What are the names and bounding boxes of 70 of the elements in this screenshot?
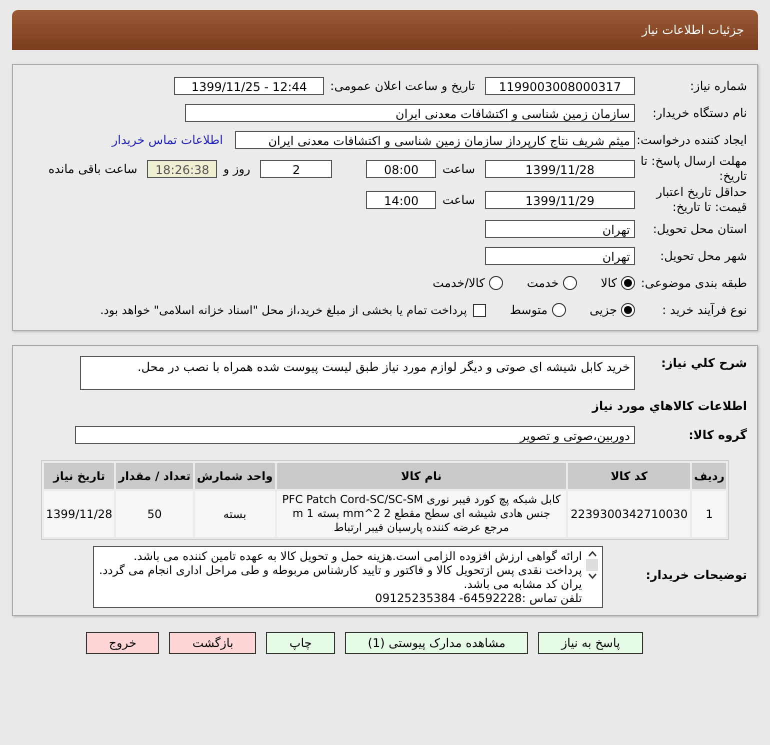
table-cell: 2239300342710030: [568, 491, 690, 537]
field-label: مهلت ارسال پاسخ: تا تاریخ:: [639, 154, 747, 184]
radio-label: متوسط: [510, 303, 548, 317]
column-header: کد کالا: [568, 463, 690, 489]
date-field: 1399/11/29: [485, 191, 635, 209]
time-label: ساعت: [442, 162, 475, 176]
value-field: 1399/11/25 - 12:44: [174, 77, 324, 95]
column-header: تاریخ نیاز: [44, 463, 114, 489]
section-title: اطلاعات کالاهاي مورد نياز: [592, 399, 747, 413]
field-label: گروه کالا:: [688, 428, 747, 442]
field-label: ایجاد کننده درخواست:: [635, 132, 747, 148]
contact-link[interactable]: اطلاعات تماس خریدار: [112, 133, 223, 147]
days-field: 2: [260, 160, 332, 178]
table-cell: 1: [692, 491, 726, 537]
radio-label: خدمت: [526, 276, 559, 290]
radio-button[interactable]: [562, 276, 577, 290]
value-field: سازمان زمین شناسی و اکتشافات معدنی ایران: [185, 104, 635, 122]
column-header: نام کالا: [276, 463, 566, 489]
radio-label: کالا/خدمت: [432, 276, 485, 290]
radio-label: کالا: [600, 276, 617, 290]
radio-button[interactable]: [488, 276, 503, 290]
action-button[interactable]: بازگشت: [169, 632, 256, 654]
value-field: میثم شریف نتاج کارپرداز سازمان زمین شناسی و اکتشافات معدنی ایران: [235, 131, 635, 149]
note-line: پرداخت نقدی پس ازتحویل کالا و فاکتور و تایید کارشناس مربوطه و طی مراحل اداری انجام می گردد.: [99, 563, 582, 577]
value-field: دوربین،صوتی و تصویر: [75, 426, 635, 444]
time-field: 08:00: [366, 160, 436, 178]
radio-label: جزیی: [590, 303, 617, 317]
page-title: جزئیات اطلاعات نیاز: [642, 23, 744, 37]
value-field: تهران: [485, 220, 635, 238]
field-label: استان محل تحویل:: [652, 222, 747, 236]
radio-button[interactable]: [621, 276, 635, 290]
action-button[interactable]: خروج: [86, 632, 160, 654]
time-field: 14:00: [366, 191, 436, 209]
table-cell: 1399/11/28: [44, 491, 114, 537]
value-field: تهران: [485, 247, 635, 265]
days-label: روز و: [223, 162, 250, 176]
field-label: حداقل تاریخ اعتبار قیمت: تا تاریخ:: [654, 185, 747, 215]
remaining-label: ساعت باقی مانده: [48, 162, 138, 176]
field-label: شهر محل تحویل:: [659, 248, 747, 264]
field-label: تاریخ و ساعت اعلان عمومی:: [330, 79, 475, 93]
table-cell: 50: [116, 491, 193, 537]
field-label: نام دستگاه خریدار:: [652, 106, 747, 120]
scroll-up-icon: [588, 551, 596, 557]
field-label: شرح کلي نياز:: [660, 356, 747, 371]
field-label: شماره نیاز:: [689, 78, 747, 94]
action-button[interactable]: پاسخ به نیاز: [538, 632, 643, 654]
field-label: توضیحات خریدار:: [644, 568, 747, 583]
time-label: ساعت: [442, 193, 475, 207]
scrollbar-thumb[interactable]: [586, 559, 598, 571]
checkbox-label: پرداخت تمام یا بخشی از مبلغ خرید،از محل "اسناد خزانه اسلامی" خواهد بود.: [100, 303, 467, 317]
column-header: ردیف: [692, 463, 726, 489]
action-button[interactable]: چاپ: [266, 632, 335, 654]
note-line: تلفن تماس :64592228- 09125235384: [374, 591, 582, 605]
action-button[interactable]: مشاهده مدارک پیوستی (1): [344, 632, 528, 654]
radio-button[interactable]: [621, 303, 635, 317]
column-header: تعداد / مقدار: [116, 463, 193, 489]
remaining-time-field: 18:26:38: [147, 160, 218, 178]
scroll-down-icon: [588, 573, 596, 579]
column-header: واحد شمارش: [194, 463, 275, 489]
table-cell: بسته: [194, 491, 275, 537]
date-field: 1399/11/28: [485, 160, 635, 178]
note-line: ارائه گواهی ارزش افزوده الزامی است.هزینه حمل و تحویل کالا به عهده تامین کننده می باشد.: [132, 549, 582, 563]
radio-button[interactable]: [552, 303, 566, 317]
value-field: 1199003008000317: [485, 77, 635, 95]
description-field: خرید کابل شیشه ای صوتی و دیگر لوازم مورد نیاز طبق لیست پیوست شده همراه با نصب در محل.: [80, 356, 635, 390]
note-line: یران کد مشابه می باشد.: [462, 577, 582, 591]
checkbox[interactable]: [472, 304, 486, 316]
field-label: طبقه بندی موضوعی:: [640, 276, 747, 290]
table-cell: کابل شبکه پچ کورد فیبر نوری PFC Patch Cord-SC/SC-SM جنس هادی شیشه ای سطح مقطع 2 mm^2 بسته 1 m مرجع عرضه کننده پارسیان فیبر ارتباط: [276, 491, 566, 537]
field-label: نوع فرآیند خرید :: [661, 302, 747, 318]
